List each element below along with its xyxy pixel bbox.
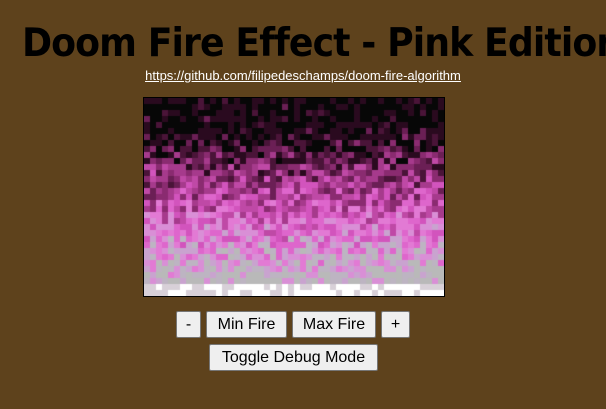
toggle-debug-button[interactable]: Toggle Debug Mode (209, 344, 378, 371)
increase-fire-button[interactable]: + (381, 311, 410, 338)
page-title: Doom Fire Effect - Pink Edition (22, 21, 606, 66)
fire-canvas (144, 98, 444, 296)
min-fire-button[interactable]: Min Fire (206, 311, 287, 338)
fire-canvas-frame (143, 97, 445, 297)
max-fire-button[interactable]: Max Fire (292, 311, 376, 338)
repo-link-container: https://github.com/filipedeschamps/doom-… (0, 68, 606, 83)
repo-link[interactable]: https://github.com/filipedeschamps/doom-… (145, 68, 461, 83)
decrease-fire-button[interactable]: - (176, 311, 201, 338)
